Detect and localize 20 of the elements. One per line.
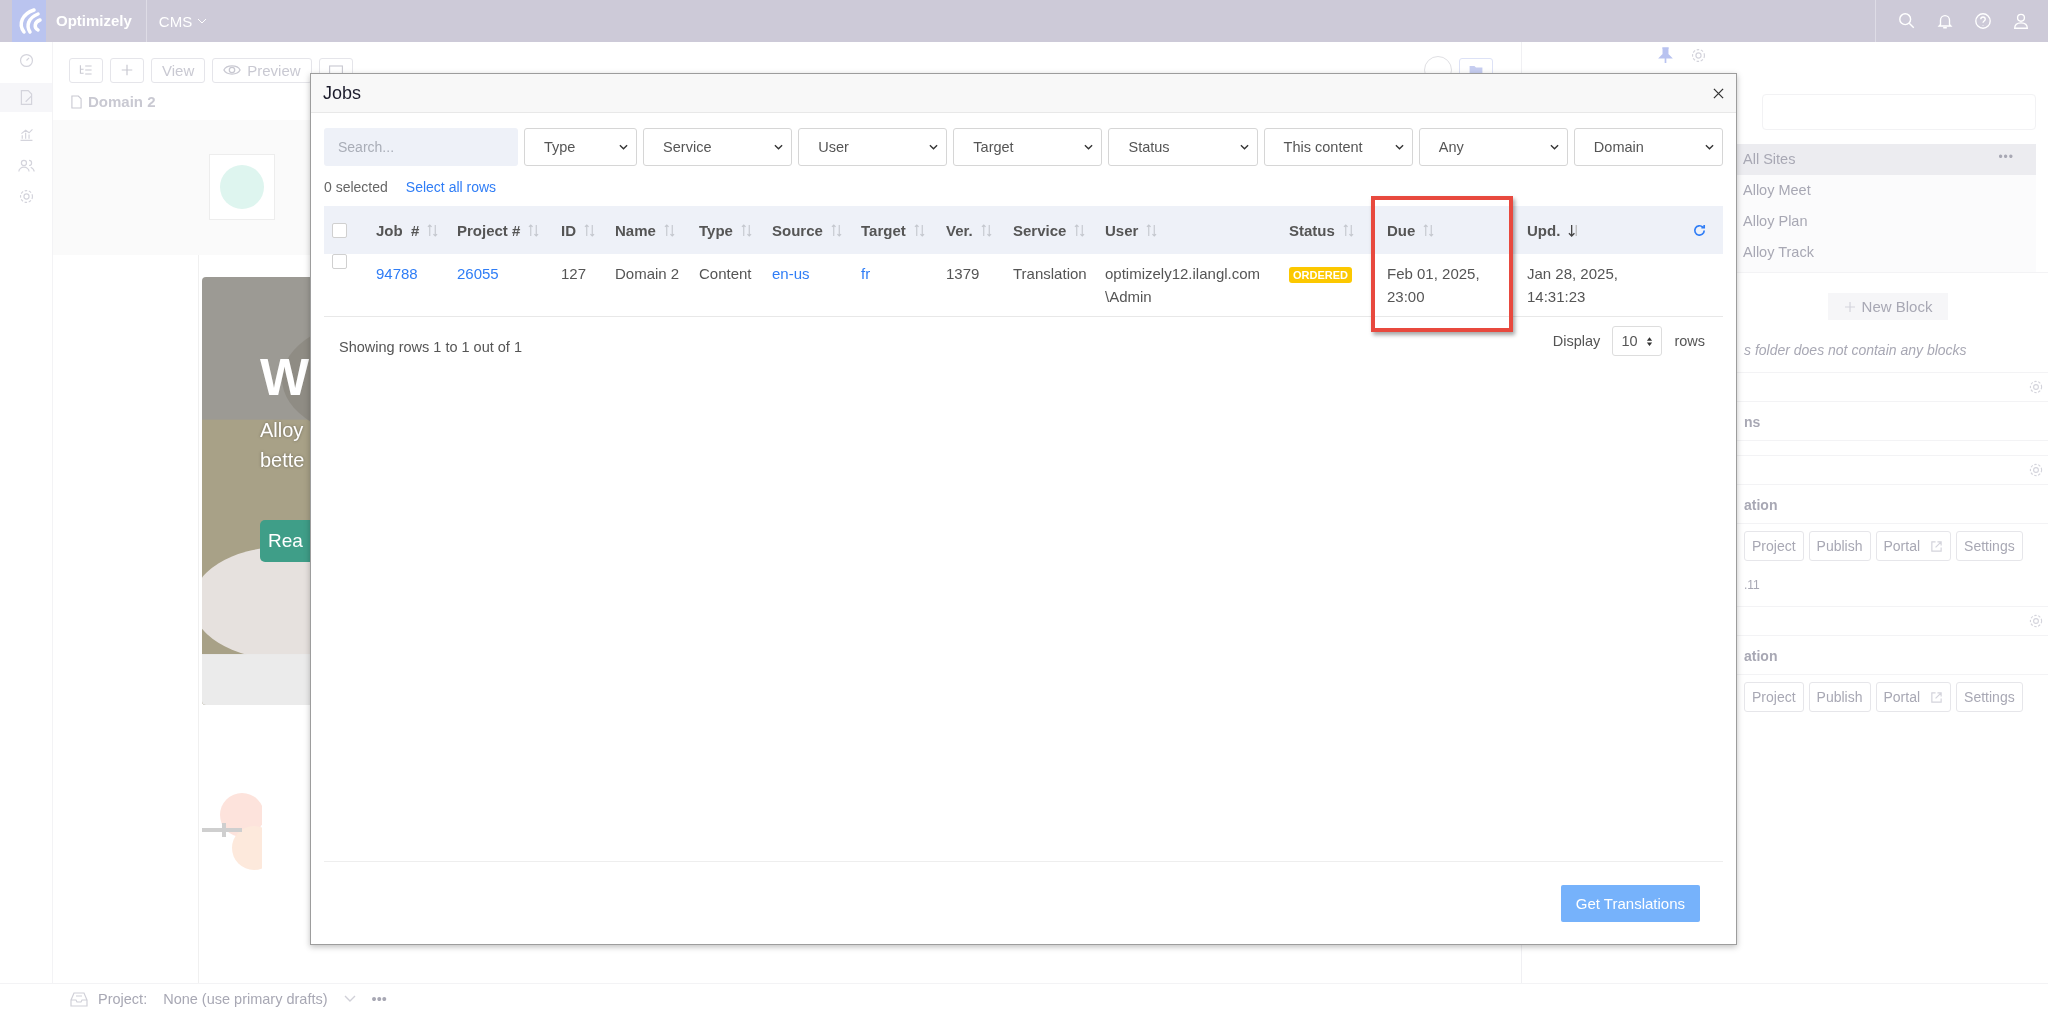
- dialog-title: Jobs: [323, 82, 362, 104]
- project-label: Project:: [98, 991, 148, 1007]
- display-label: Display: [1552, 333, 1601, 349]
- table-cell: Content: [699, 265, 752, 282]
- selected-count: 0 selected: [324, 179, 388, 195]
- table-cell-text: Jan 28, 2025, 14:31:23: [1527, 264, 1619, 307]
- hero-text: Alloy: [260, 418, 304, 443]
- rows-summary: Showing rows 1 to 1 out of 1: [339, 338, 522, 357]
- status-badge: ORDERED: [1289, 267, 1352, 283]
- section-note: .11: [1743, 577, 1761, 592]
- table-cell: Domain 2: [615, 265, 680, 282]
- table-cell: Feb 01, 2025, 23:00: [1387, 265, 1480, 305]
- table-cell: 127: [561, 265, 587, 282]
- empty-note: s folder does not contain any blocks: [1744, 342, 1967, 358]
- hero-heading: W: [260, 347, 310, 407]
- hero-text: bette: [260, 448, 305, 473]
- table-cell: optimizely12.ilangl.com\Admin: [1105, 265, 1261, 305]
- table-cell: Translation: [1013, 265, 1087, 282]
- table-cell: 1379: [946, 265, 980, 282]
- rows-label: rows: [1674, 333, 1705, 349]
